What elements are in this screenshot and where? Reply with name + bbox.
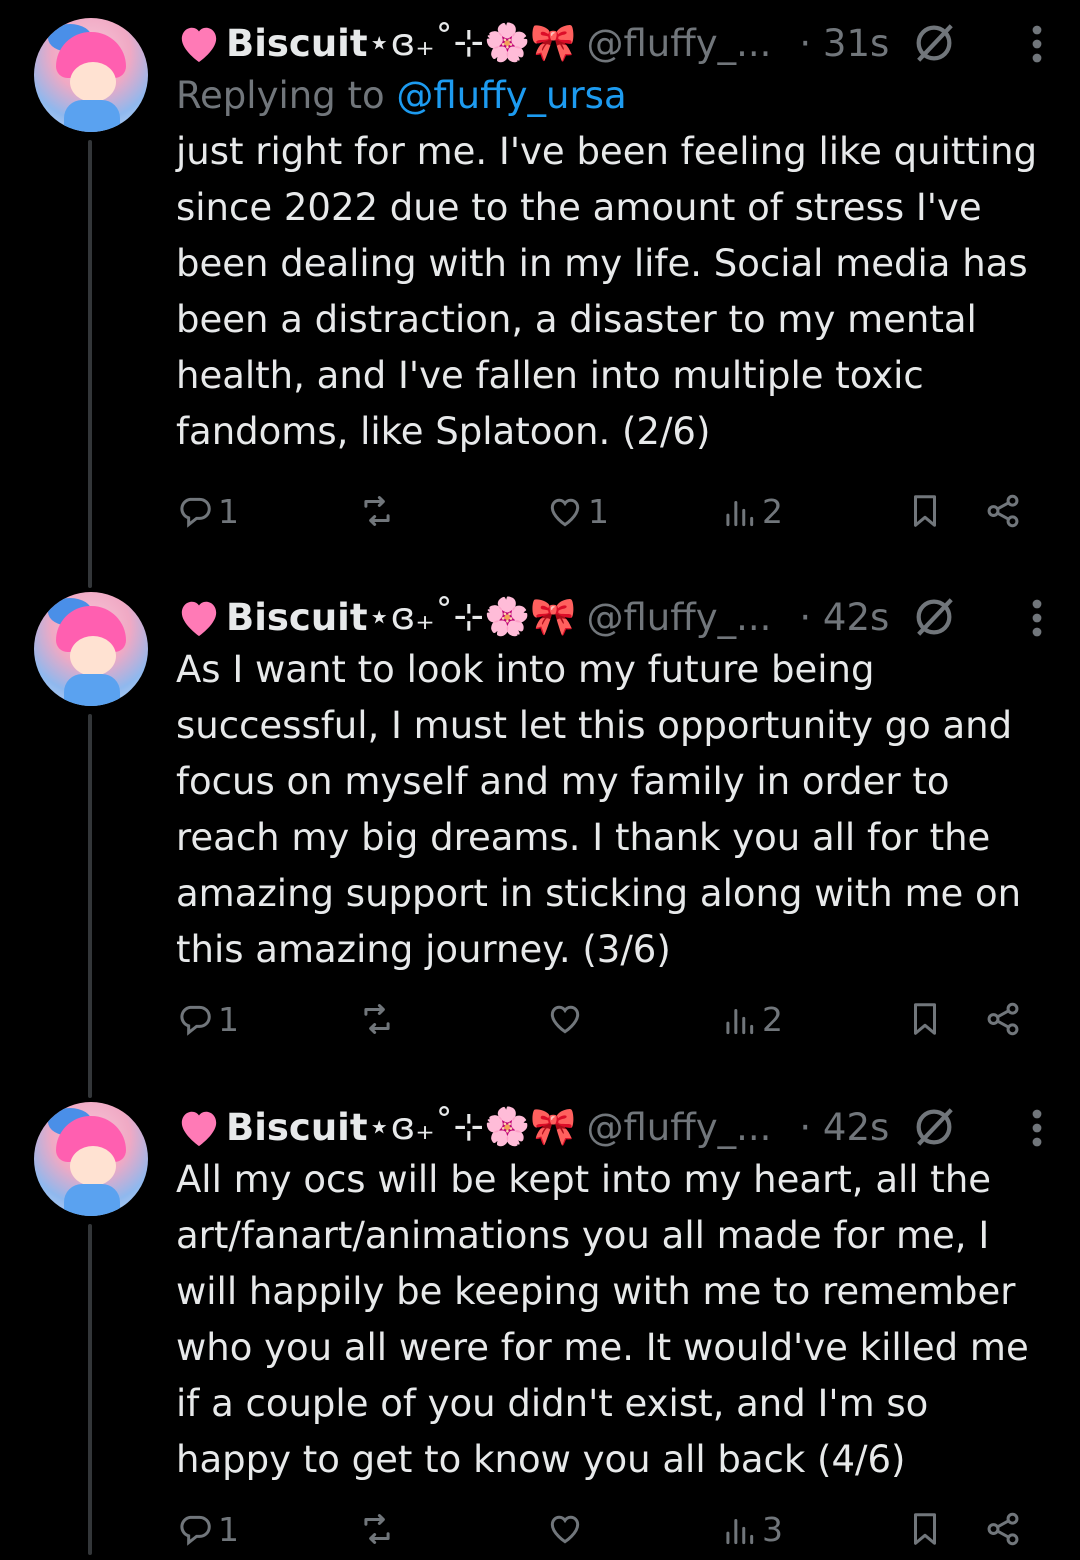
tweet-text: just right for me. I've been feeling lik…: [176, 130, 1038, 453]
like-icon: [550, 1005, 580, 1034]
thread-line: [88, 140, 92, 588]
avatar[interactable]: [34, 18, 148, 132]
views-icon: [726, 1518, 754, 1544]
bookmark-icon: [913, 495, 937, 527]
handle[interactable]: @fluffy_...: [586, 1106, 771, 1149]
reply-icon: [180, 497, 211, 528]
replying-handle-link[interactable]: @fluffy_ursa: [396, 74, 626, 117]
tweet-text: All my ocs will be kept into my heart, a…: [176, 1158, 1029, 1481]
tweet-actions: 1 1 2: [176, 492, 1036, 542]
grok-icon[interactable]: [911, 20, 957, 66]
share-icon: [987, 494, 1019, 528]
thread-line: [88, 714, 92, 1098]
reply-icon: [180, 1515, 211, 1546]
share-icon: [987, 1512, 1019, 1546]
timestamp[interactable]: · 31s: [799, 22, 889, 65]
tweet-header: Biscuit ⋆ɞ₊˚⊹🌸🎀 @fluffy_... · 31s: [176, 18, 1056, 68]
views-button[interactable]: 2: [720, 492, 783, 531]
thread-line: [88, 1224, 92, 1555]
more-icon[interactable]: [1030, 598, 1044, 638]
heart-emoji-icon: [181, 601, 217, 637]
reply-button[interactable]: 1: [176, 1000, 239, 1039]
views-icon: [726, 1008, 754, 1034]
repost-button[interactable]: [358, 1000, 400, 1038]
handle[interactable]: @fluffy_...: [586, 596, 771, 639]
display-name[interactable]: Biscuit ⋆ɞ₊˚⊹🌸🎀: [176, 21, 576, 65]
tweet-header: Biscuit ⋆ɞ₊˚⊹🌸🎀 @fluffy_... · 42s: [176, 1102, 1056, 1152]
repost-button[interactable]: [358, 1510, 400, 1548]
repost-icon: [364, 1004, 390, 1034]
more-icon[interactable]: [1030, 1108, 1044, 1148]
share-button[interactable]: [984, 492, 1022, 530]
timestamp[interactable]: · 42s: [799, 596, 889, 639]
display-name[interactable]: Biscuit ⋆ɞ₊˚⊹🌸🎀: [176, 595, 576, 639]
timestamp[interactable]: · 42s: [799, 1106, 889, 1149]
reply-button[interactable]: 1: [176, 492, 239, 531]
views-button[interactable]: 3: [720, 1510, 783, 1549]
heart-emoji-icon: [181, 27, 217, 63]
tweet-actions: 1 2: [176, 1000, 1036, 1050]
replying-to: Replying to @fluffy_ursa: [176, 74, 627, 117]
tweet-actions: 1 3: [176, 1510, 1036, 1560]
bookmark-icon: [913, 1003, 937, 1035]
grok-icon[interactable]: [911, 594, 957, 640]
bookmark-button[interactable]: [906, 1000, 944, 1038]
repost-icon: [364, 1514, 390, 1544]
tweet-header: Biscuit ⋆ɞ₊˚⊹🌸🎀 @fluffy_... · 42s: [176, 592, 1056, 642]
like-button[interactable]: [546, 1510, 588, 1548]
like-icon: [550, 498, 580, 526]
like-button[interactable]: 1: [546, 492, 609, 531]
reply-button[interactable]: 1: [176, 1510, 239, 1549]
like-button[interactable]: [546, 1000, 588, 1038]
bookmark-button[interactable]: [906, 492, 944, 530]
handle[interactable]: @fluffy_...: [586, 22, 771, 65]
heart-emoji-icon: [181, 1111, 217, 1147]
repost-icon: [364, 496, 390, 526]
share-button[interactable]: [984, 1000, 1022, 1038]
repost-button[interactable]: [358, 492, 400, 530]
tweet-text: As I want to look into my future being s…: [176, 648, 1022, 971]
bookmark-icon: [913, 1513, 937, 1545]
avatar[interactable]: [34, 592, 148, 706]
bookmark-button[interactable]: [906, 1510, 944, 1548]
display-name[interactable]: Biscuit ⋆ɞ₊˚⊹🌸🎀: [176, 1105, 576, 1149]
avatar[interactable]: [34, 1102, 148, 1216]
like-icon: [550, 1515, 580, 1544]
views-icon: [726, 500, 754, 526]
more-icon[interactable]: [1030, 24, 1044, 64]
share-button[interactable]: [984, 1510, 1022, 1548]
views-button[interactable]: 2: [720, 1000, 783, 1039]
grok-icon[interactable]: [911, 1104, 957, 1150]
share-icon: [987, 1002, 1019, 1036]
reply-icon: [180, 1005, 211, 1036]
